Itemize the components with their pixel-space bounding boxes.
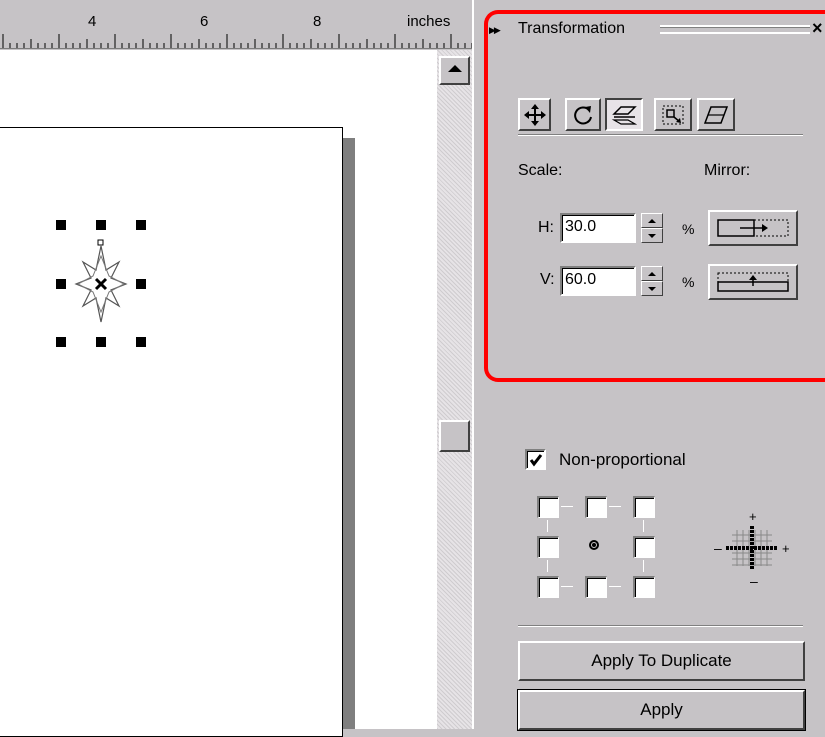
ruler-label-8: 8 — [313, 13, 322, 30]
nonproportional-checkbox[interactable] — [525, 449, 546, 470]
separator — [518, 134, 803, 136]
selected-star-object[interactable] — [56, 220, 146, 350]
svg-text:+: + — [782, 541, 790, 556]
h-label: H: — [538, 219, 554, 236]
separator — [518, 625, 803, 627]
anchor-connector — [547, 560, 548, 572]
position-icon — [523, 103, 546, 126]
docker-expand-icon[interactable]: ▶▶ — [489, 25, 501, 36]
star-shape — [74, 239, 128, 323]
scroll-up-button[interactable] — [439, 56, 470, 85]
horizontal-mirror-button[interactable] — [708, 210, 798, 246]
rotate-icon — [574, 105, 592, 124]
ruler-label-4: 4 — [88, 13, 97, 30]
anchor-middle-right[interactable] — [633, 536, 655, 558]
anchor-connector — [561, 586, 573, 587]
spin-down-button[interactable] — [641, 228, 663, 243]
docker-title: Transformation — [518, 20, 625, 37]
anchor-top-right[interactable] — [633, 496, 655, 518]
anchor-connector — [547, 520, 548, 532]
apply-button[interactable]: Apply — [518, 690, 805, 730]
svg-text:+: + — [749, 509, 757, 524]
anchor-connector — [609, 586, 621, 587]
scale-mirror-icon — [611, 105, 637, 125]
percent-label: % — [682, 274, 695, 290]
scale-h-input[interactable]: 30.0 — [560, 213, 636, 243]
anchor-center[interactable] — [585, 536, 607, 558]
vertical-mirror-icon — [717, 272, 789, 292]
down-arrow-icon — [648, 233, 656, 238]
percent-label: % — [682, 221, 695, 237]
ruler-unit-label: inches — [407, 13, 451, 30]
close-icon[interactable]: × — [812, 18, 823, 39]
anchor-top-center[interactable] — [585, 496, 607, 518]
nonproportional-label[interactable]: Non-proportional — [559, 451, 686, 469]
ruler-label-6: 6 — [200, 13, 209, 30]
anchor-connector — [609, 506, 621, 507]
anchor-bottom-center[interactable] — [585, 576, 607, 598]
down-arrow-icon — [648, 286, 656, 291]
size-icon — [662, 105, 684, 124]
spin-up-button[interactable] — [641, 213, 663, 228]
page-shadow — [343, 138, 355, 729]
scale-preview-icon: + – – + — [714, 509, 790, 588]
svg-text:–: – — [750, 573, 758, 588]
up-arrow-icon — [447, 65, 462, 72]
anchor-bottom-left[interactable] — [537, 576, 559, 598]
anchor-bottom-right[interactable] — [633, 576, 655, 598]
scroll-thumb[interactable] — [439, 420, 470, 452]
up-arrow-icon — [648, 271, 656, 276]
anchor-connector — [643, 520, 644, 532]
scale-mirror-tab-button[interactable] — [605, 98, 643, 131]
checkmark-icon — [529, 453, 542, 466]
svg-text:–: – — [714, 540, 722, 556]
docker-title-grip[interactable] — [660, 25, 810, 34]
scale-v-input[interactable]: 60.0 — [560, 266, 636, 296]
scale-h-spinner[interactable] — [641, 213, 663, 243]
spin-down-button[interactable] — [641, 281, 663, 296]
skew-icon — [703, 105, 729, 124]
anchor-connector — [561, 506, 573, 507]
skew-tab-button[interactable] — [697, 98, 735, 131]
position-tab-button[interactable] — [518, 98, 551, 131]
anchor-point-grid — [537, 496, 659, 602]
size-tab-button[interactable] — [654, 98, 692, 131]
horizontal-ruler: 4 6 8 inches — [0, 0, 478, 49]
scale-label: Scale: — [518, 162, 563, 179]
anchor-connector — [643, 560, 644, 572]
apply-to-duplicate-button[interactable]: Apply To Duplicate — [518, 641, 805, 681]
mirror-label: Mirror: — [704, 162, 751, 179]
scale-v-spinner[interactable] — [641, 266, 663, 296]
rotate-tab-button[interactable] — [565, 98, 601, 131]
horizontal-mirror-icon — [717, 219, 789, 237]
v-label: V: — [540, 271, 555, 288]
drawing-page[interactable] — [0, 127, 343, 737]
up-arrow-icon — [648, 218, 656, 223]
anchor-middle-left[interactable] — [537, 536, 559, 558]
vertical-mirror-button[interactable] — [708, 264, 798, 300]
vertical-scrollbar[interactable] — [437, 50, 472, 729]
spin-up-button[interactable] — [641, 266, 663, 281]
anchor-top-left[interactable] — [537, 496, 559, 518]
